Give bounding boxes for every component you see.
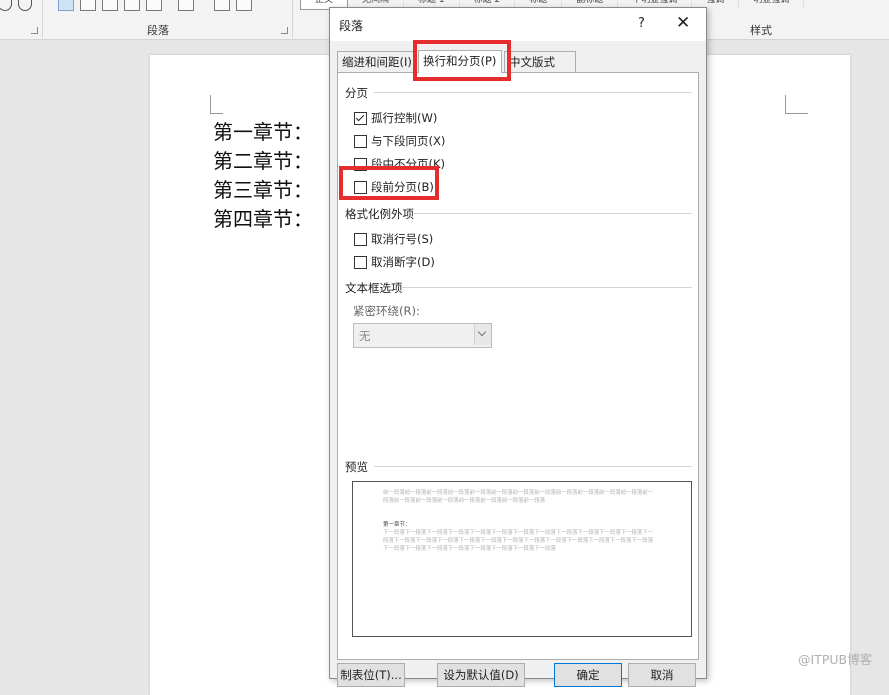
chevron-down-icon[interactable] (474, 324, 491, 345)
distributed-icon[interactable] (146, 0, 162, 11)
font-circle-icon[interactable] (0, 0, 12, 11)
align-center-icon[interactable] (80, 0, 96, 11)
document-text[interactable]: 第一章节： 第二章节： 第三章节： 第四章节： (213, 118, 313, 234)
styles-group-label: 样式 (750, 24, 772, 37)
tight-wrap-select[interactable]: 无 (353, 323, 492, 348)
no-hyphenation-option[interactable]: 取消断字(D) (354, 254, 435, 270)
tab-panel: 分页 孤行控制(W) 与下段同页(X) 段中不分页(K) 段前分页(B) 格式化… (337, 72, 699, 660)
ribbon-divider (42, 0, 43, 38)
preview-section-title: 预览 (345, 460, 368, 474)
tab-indents-spacing[interactable]: 缩进和间距(I) (337, 51, 417, 72)
highlight-page-break-box (339, 166, 439, 200)
enclose-char-icon[interactable] (18, 0, 32, 11)
font-dialog-launcher-icon[interactable] (31, 27, 38, 34)
dialog-title-bar[interactable]: 段落 ? ✕ (330, 8, 706, 41)
section-divider (402, 287, 692, 288)
preview-next-paragraph: 下一段落下一段落下一段落下一段落下一段落下一段落下一段落下一段落下一段落下一段落… (383, 530, 654, 552)
align-left-icon[interactable] (58, 0, 74, 11)
ribbon-divider (292, 0, 293, 38)
suppress-line-numbers-option[interactable]: 取消行号(S) (354, 231, 433, 247)
watermark: @ITPUB博客 (798, 652, 873, 667)
line-spacing-icon[interactable] (178, 0, 194, 11)
shading-icon[interactable] (214, 0, 230, 11)
document-line[interactable]: 第二章节： (213, 147, 313, 176)
cancel-button[interactable]: 取消 (628, 663, 696, 687)
suppress-line-numbers-checkbox[interactable] (354, 232, 367, 246)
borders-icon[interactable] (236, 0, 252, 11)
tab-line-page-breaks[interactable]: 换行和分页(P) (418, 50, 502, 73)
section-divider (374, 92, 692, 93)
dialog-title: 段落 (339, 19, 364, 33)
help-button[interactable]: ? (638, 16, 645, 31)
align-right-icon[interactable] (102, 0, 118, 11)
checkbox-label: 孤行控制(W) (371, 111, 438, 125)
ok-button[interactable]: 确定 (554, 663, 622, 687)
checkbox-label: 取消行号(S) (371, 232, 434, 246)
preview-box: 前一段落前一段落前一段落前一段落前一段落前一段落前一段落前一段落前一段落前一段落… (352, 481, 692, 637)
preview-previous-paragraph: 前一段落前一段落前一段落前一段落前一段落前一段落前一段落前一段落前一段落前一段落… (383, 490, 654, 504)
keep-with-next-checkbox[interactable] (354, 134, 367, 148)
paragraph-group-label: 段落 (147, 24, 169, 37)
close-button[interactable]: ✕ (676, 13, 690, 33)
formatting-exceptions-title: 格式化例外项 (345, 207, 414, 221)
section-divider (374, 466, 692, 467)
no-hyphenation-checkbox[interactable] (354, 255, 367, 269)
pagination-section-title: 分页 (345, 86, 368, 100)
justify-icon[interactable] (124, 0, 140, 11)
document-line[interactable]: 第一章节： (213, 118, 313, 147)
section-divider (414, 213, 692, 214)
paragraph-dialog: 段落 ? ✕ 缩进和间距(I) 换行和分页(P) 中文版式(H) 分页 孤行控制… (329, 7, 707, 687)
checkbox-label: 与下段同页(X) (371, 134, 446, 148)
tight-wrap-value: 无 (359, 329, 371, 343)
set-default-button[interactable]: 设为默认值(D) (437, 663, 525, 687)
ribbon-paragraph-tools (0, 0, 252, 12)
paragraph-dialog-launcher-icon[interactable] (281, 27, 288, 34)
keep-with-next-option[interactable]: 与下段同页(X) (354, 133, 445, 149)
checkbox-label: 取消断字(D) (371, 255, 435, 269)
preview-heading: 第一章节： (383, 522, 411, 528)
document-line[interactable]: 第三章节： (213, 176, 313, 205)
widow-control-option[interactable]: 孤行控制(W) (354, 110, 437, 126)
crop-mark-top-left (210, 95, 223, 114)
tab-asian-typography[interactable]: 中文版式(H) (504, 51, 576, 89)
dialog-buttons: 制表位(T)... 设为默认值(D) 确定 取消 (330, 663, 706, 687)
style-item[interactable]: 明显强调 (739, 0, 805, 9)
tight-wrap-label: 紧密环绕(R): (353, 304, 420, 318)
tabs-button[interactable]: 制表位(T)... (337, 663, 405, 687)
textbox-options-title: 文本框选项 (345, 281, 403, 295)
widow-control-checkbox[interactable] (354, 111, 367, 125)
document-line[interactable]: 第四章节： (213, 205, 313, 234)
crop-mark-top-right (785, 95, 808, 114)
